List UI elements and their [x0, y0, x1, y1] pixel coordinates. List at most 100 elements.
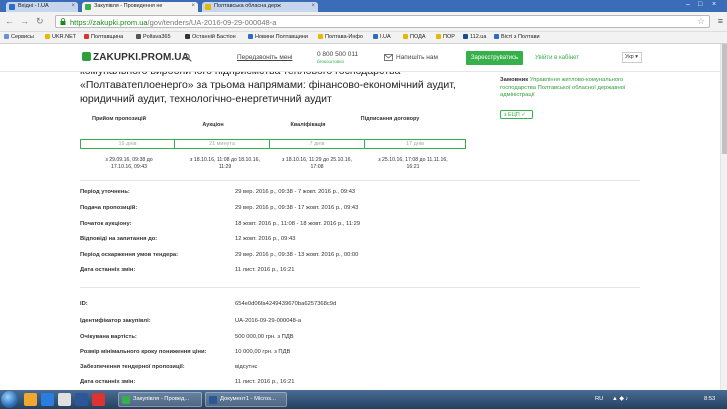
- chevron-down-icon: ▾: [635, 54, 639, 60]
- detail-row: Ідентифікатор закупівлі: UA-2016-09-29-00…: [80, 318, 302, 324]
- apps-icon: [4, 34, 9, 39]
- close-icon[interactable]: ×: [311, 3, 315, 9]
- bookmarks-bar: Сервисы UKR.NET Полтавщина Poltava365 Ос…: [0, 32, 727, 44]
- tab-label: Вхідні - I.UA: [18, 3, 49, 9]
- site-header: ZAKUPKI.PROM.UA Передзвоніть мені 0 800 …: [0, 44, 720, 72]
- buyer-block: Замовник Управління житлово-комунального…: [500, 77, 640, 100]
- star-icon: [205, 4, 211, 10]
- bookmark-item[interactable]: ПОДА: [403, 34, 426, 40]
- site-icon: [185, 34, 190, 39]
- ie-icon[interactable]: [41, 393, 54, 406]
- phase-dates: з 18.10.16, 11:29 до 25.10.16, 17:08: [282, 157, 352, 170]
- opera-icon[interactable]: [92, 393, 105, 406]
- clock[interactable]: 8:53: [704, 396, 715, 402]
- bookmark-item[interactable]: Вісті з Полтави: [494, 34, 540, 40]
- page-scrollbar[interactable]: [720, 44, 727, 390]
- bookmark-item[interactable]: Poltava365: [136, 34, 171, 40]
- media-icon[interactable]: [58, 393, 71, 406]
- bookmark-item[interactable]: UKR.NET: [45, 34, 76, 40]
- login-button[interactable]: Увійти в кабінет: [526, 51, 588, 65]
- period-row: Початок аукціону: 18 жовт. 2016 р., 11:08…: [80, 221, 361, 227]
- divider: [80, 287, 640, 288]
- bookmark-star-icon[interactable]: ☆: [697, 16, 705, 27]
- tender-title: комунального виробничого підприємства те…: [80, 72, 456, 105]
- bookmark-item[interactable]: Останній Бастіон: [185, 34, 236, 40]
- reload-icon[interactable]: ↻: [36, 16, 44, 27]
- menu-icon[interactable]: ≡: [718, 16, 723, 26]
- word-icon: [209, 396, 217, 404]
- period-row: Дата останніх змін: 11 лист. 2016 р., 16:…: [80, 267, 295, 273]
- zakupki-icon: [85, 4, 91, 10]
- word-icon[interactable]: [75, 393, 88, 406]
- phase-title: Аукціон: [202, 122, 224, 128]
- callback-link[interactable]: Передзвоніть мені: [237, 54, 292, 61]
- bookmark-item[interactable]: Полтавщина: [84, 34, 123, 40]
- maximize-icon[interactable]: □: [698, 1, 702, 8]
- browser-toolbar: ← → ↻ https://zakupki.prom.ua/gov/tender…: [0, 12, 727, 32]
- bookmark-item[interactable]: I.UA: [373, 34, 391, 40]
- lock-icon: [60, 18, 66, 25]
- site-logo[interactable]: ZAKUPKI.PROM.UA: [82, 52, 189, 63]
- bookmark-item[interactable]: 112.ua: [463, 34, 486, 40]
- bookmark-item[interactable]: Новини Полтавщини: [248, 34, 308, 40]
- check-icon: ✓: [521, 112, 526, 118]
- site-icon: [136, 34, 141, 39]
- browser-tab-strip: Вхідні - I.UA × Закупівля - Проведення н…: [0, 0, 727, 12]
- envelope-icon: [384, 54, 393, 61]
- period-row: Період оскарження умов тендера: 29 вер. 2…: [80, 252, 359, 258]
- chrome-icon: [122, 396, 130, 404]
- tab-tender[interactable]: Закупівля - Проведення не ×: [82, 2, 198, 12]
- ecp-badge: з ЕЦП ✓: [500, 110, 533, 119]
- language-indicator[interactable]: RU: [595, 396, 603, 402]
- search-icon[interactable]: [183, 53, 192, 62]
- close-icon[interactable]: ×: [71, 3, 75, 9]
- bookmark-item[interactable]: ПОР: [436, 34, 455, 40]
- tray-icons[interactable]: ▲ ◆ ♪: [612, 396, 628, 402]
- bookmark-item[interactable]: Сервисы: [4, 34, 34, 40]
- buyer-label: Замовник: [500, 77, 529, 83]
- logo-icon: [82, 52, 91, 61]
- timeline-segment: 7 днів: [270, 140, 365, 148]
- url-text: https://zakupki.prom.ua/gov/tenders/UA-2…: [70, 18, 277, 27]
- close-window-icon[interactable]: ×: [712, 1, 716, 8]
- folder-icon[interactable]: [24, 393, 37, 406]
- tab-inbox[interactable]: Вхідні - I.UA ×: [6, 2, 78, 12]
- timeline-segment: 19 днів: [81, 140, 175, 148]
- period-row: Період уточнень: 29 вер. 2016 р., 09:38 -…: [80, 189, 356, 195]
- forward-icon[interactable]: →: [20, 16, 29, 26]
- tab-poltava[interactable]: Полтавська обласна держ ×: [202, 2, 318, 12]
- detail-row: Дата останніх змін: 11 лист. 2016 р., 16:…: [80, 379, 295, 385]
- star-icon: [318, 34, 323, 39]
- write-to-us-link[interactable]: Напишіть нам: [396, 54, 438, 61]
- phase-title: Прийом пропозицій: [91, 116, 146, 122]
- phase-title: Підписання договору: [360, 116, 420, 122]
- phase-title: Кваліфікація: [290, 122, 326, 128]
- site-icon: [248, 34, 253, 39]
- scrollbar-thumb[interactable]: [722, 44, 727, 154]
- site-icon: [463, 34, 468, 39]
- timeline-segment: 21 минута: [175, 140, 270, 148]
- detail-row: Очікувана вартість: 500 000,00 грн. з ПДВ: [80, 334, 294, 340]
- register-button[interactable]: Зареєструватись: [466, 51, 523, 65]
- task-word[interactable]: Документ1 - Micros...: [205, 392, 287, 407]
- back-icon[interactable]: ←: [5, 16, 14, 26]
- detail-row: Розмір мінімального кроку пониження ціни…: [80, 349, 291, 355]
- timeline-bar: 19 днів 21 минута 7 днів 17 днів: [80, 139, 466, 149]
- task-browser[interactable]: Закупівля - Провед...: [118, 392, 202, 407]
- phone-number: 0 800 500 011: [317, 51, 359, 58]
- site-icon: [494, 34, 499, 39]
- period-row: Подача пропозицій: 29 вер. 2016 р., 09:38…: [80, 205, 359, 211]
- address-bar[interactable]: https://zakupki.prom.ua/gov/tenders/UA-2…: [55, 15, 710, 28]
- period-row: Відповіді на запитання до: 12 жовт. 2016 …: [80, 236, 296, 242]
- phase-dates: з 29.09.16, 09:38 до 17.10.16, 09:43: [105, 157, 153, 170]
- start-button[interactable]: [1, 391, 18, 408]
- mail-icon: [373, 34, 378, 39]
- minimize-icon[interactable]: –: [686, 1, 690, 8]
- detail-row: ID: 654e0d06fa4249439670ba6257368c9d: [80, 301, 337, 307]
- bookmark-item[interactable]: Полтава-Инфо: [318, 34, 363, 40]
- taskbar: Закупівля - Провед... Документ1 - Micros…: [0, 390, 727, 409]
- language-select[interactable]: Укр ▾: [622, 52, 642, 63]
- close-icon[interactable]: ×: [191, 3, 195, 9]
- star-icon: [436, 34, 441, 39]
- timeline-segment: 17 днів: [405, 141, 425, 147]
